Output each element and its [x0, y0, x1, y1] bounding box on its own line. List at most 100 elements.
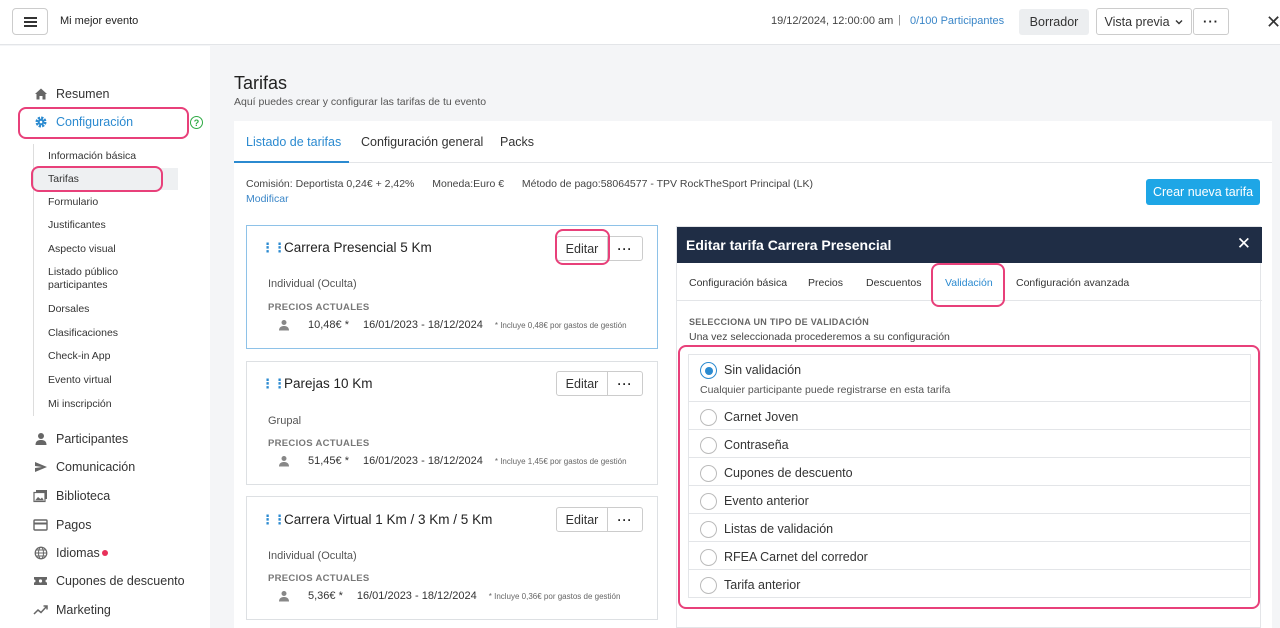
close-icon[interactable]: ✕: [1237, 234, 1251, 254]
trend-icon: [33, 602, 48, 617]
user-icon: [279, 320, 289, 331]
validation-option-tarifa-anterior[interactable]: Tarifa anterior: [688, 569, 1251, 598]
tab-precios[interactable]: Precios: [808, 277, 843, 289]
radio[interactable]: [700, 577, 717, 594]
radio[interactable]: [700, 493, 717, 510]
sidebar-sub-listado-publico[interactable]: Listado público participantes: [34, 261, 144, 298]
status-button[interactable]: Borrador: [1019, 9, 1089, 35]
dates: 16/01/2023 - 18/12/2024: [362, 319, 483, 331]
edit-button[interactable]: Editar: [556, 507, 608, 532]
tarifa-type: Grupal: [268, 415, 302, 427]
images-icon: [33, 488, 48, 503]
sidebar-item-resumen[interactable]: Resumen: [33, 86, 110, 101]
tab-validacion[interactable]: Validación: [945, 277, 993, 289]
tab-descuentos[interactable]: Descuentos: [866, 277, 921, 289]
tab-configuracion-general[interactable]: Configuración general: [361, 135, 483, 149]
participants-link[interactable]: 0/100 Participantes: [910, 15, 1004, 27]
dates: 16/01/2023 - 18/12/2024: [356, 590, 477, 602]
sidebar-sub-justificantes[interactable]: Justificantes: [34, 214, 178, 237]
radio[interactable]: [700, 465, 717, 482]
sidebar: Resumen Configuración ? Información bási…: [0, 46, 210, 628]
sidebar-sub-clasificaciones[interactable]: Clasificaciones: [34, 321, 178, 345]
price-row: 10,48€ * 16/01/2023 - 18/12/2024 * Inclu…: [278, 319, 627, 331]
panel-header: Editar tarifa Carrera Presencial ✕: [677, 227, 1262, 263]
sidebar-sub-aspecto-visual[interactable]: Aspecto visual: [34, 237, 178, 261]
crear-tarifa-button[interactable]: Crear nueva tarifa: [1146, 179, 1260, 205]
sidebar-sub-dorsales[interactable]: Dorsales: [34, 298, 178, 321]
tarifa-more-button[interactable]: ···: [607, 371, 643, 396]
tarifa-more-button[interactable]: ···: [607, 507, 643, 532]
radio[interactable]: [700, 521, 717, 538]
sidebar-item-comunicacion[interactable]: Comunicación: [33, 459, 135, 474]
tarifa-more-button[interactable]: ···: [607, 236, 643, 261]
validation-option-evento-anterior[interactable]: Evento anterior: [688, 485, 1251, 514]
moneda-label: Moneda:: [432, 178, 474, 190]
sidebar-item-marketing[interactable]: Marketing: [33, 602, 111, 617]
sidebar-item-label: Cupones de descuento: [56, 573, 185, 588]
tarifa-card[interactable]: ⋮⋮ Parejas 10 Km Editar ··· Grupal PRECI…: [246, 361, 658, 485]
radio[interactable]: [700, 437, 717, 454]
sidebar-sub-evento-virtual[interactable]: Evento virtual: [34, 368, 178, 392]
tarifa-card[interactable]: ⋮⋮ Carrera Presencial 5 Km Editar ··· In…: [246, 225, 658, 349]
option-label: Sin validación: [724, 363, 802, 377]
validation-option-contrasena[interactable]: Contraseña: [688, 429, 1251, 458]
sidebar-item-label: Biblioteca: [56, 488, 111, 503]
dates: 16/01/2023 - 18/12/2024: [362, 455, 483, 467]
tarifa-title: Parejas 10 Km: [284, 376, 373, 391]
edit-button[interactable]: Editar: [556, 371, 608, 396]
sidebar-item-biblioteca[interactable]: Biblioteca: [33, 488, 110, 503]
precios-label: PRECIOS ACTUALES: [268, 302, 370, 313]
sidebar-item-label: Resumen: [56, 86, 110, 101]
sidebar-sub-checkin-app[interactable]: Check-in App: [34, 345, 178, 368]
ticket-icon: [33, 573, 48, 588]
tarifa-card[interactable]: ⋮⋮ Carrera Virtual 1 Km / 3 Km / 5 Km Ed…: [246, 496, 658, 620]
sidebar-item-label: Configuración: [56, 114, 134, 129]
tab-configuracion-basica[interactable]: Configuración básica: [689, 277, 787, 289]
price: 5,36€ *: [308, 590, 343, 602]
gear-icon: [33, 114, 48, 129]
sidebar-item-idiomas[interactable]: Idiomas: [33, 545, 108, 560]
radio[interactable]: [700, 549, 717, 566]
option-label: Tarifa anterior: [724, 578, 801, 592]
edit-button[interactable]: Editar: [556, 236, 608, 261]
page-title: Tarifas: [234, 73, 288, 93]
sidebar-sub-mi-inscripcion[interactable]: Mi inscripción: [34, 392, 178, 416]
sidebar-item-configuracion[interactable]: Configuración: [33, 114, 133, 129]
tarifa-type: Individual (Oculta): [268, 278, 357, 290]
tab-configuracion-avanzada[interactable]: Configuración avanzada: [1016, 277, 1129, 289]
tab-packs[interactable]: Packs: [500, 135, 534, 149]
option-label: Listas de validación: [724, 522, 834, 536]
sidebar-item-cupones[interactable]: Cupones de descuento: [33, 573, 185, 588]
validation-option-carnet-joven[interactable]: Carnet Joven: [688, 401, 1251, 430]
sidebar-item-label: Pagos: [56, 517, 92, 532]
validation-option-cupones[interactable]: Cupones de descuento: [688, 457, 1251, 486]
more-options-button[interactable]: ···: [1193, 8, 1229, 35]
price: 10,48€ *: [308, 319, 349, 331]
sidebar-item-pagos[interactable]: Pagos: [33, 517, 91, 532]
tab-listado-tarifas[interactable]: Listado de tarifas: [246, 135, 341, 149]
moneda-value: Euro €: [473, 178, 505, 190]
topbar-separator: |: [898, 14, 901, 26]
close-icon[interactable]: ✕: [1266, 12, 1280, 33]
main-card: Listado de tarifas Configuración general…: [234, 121, 1272, 628]
sidebar-sub-tarifas[interactable]: Tarifas: [34, 168, 178, 190]
price: 51,45€ *: [308, 455, 349, 467]
help-icon[interactable]: ?: [190, 116, 203, 129]
metodo-value: 58064577 - TPV RockTheSport Principal (L…: [600, 178, 813, 190]
menu-button[interactable]: [12, 8, 48, 35]
radio-selected[interactable]: [700, 362, 717, 379]
preview-button[interactable]: Vista previa: [1096, 8, 1192, 35]
radio[interactable]: [700, 409, 717, 426]
sidebar-sub-formulario[interactable]: Formulario: [34, 190, 178, 214]
drag-handle-icon[interactable]: ⋮⋮: [261, 240, 286, 256]
validation-option-sin-validacion[interactable]: Sin validación Cualquier participante pu…: [688, 354, 1251, 402]
validation-option-listas[interactable]: Listas de validación: [688, 513, 1251, 542]
drag-handle-icon[interactable]: ⋮⋮: [261, 512, 286, 528]
sidebar-item-participantes[interactable]: Participantes: [33, 431, 128, 446]
drag-handle-icon[interactable]: ⋮⋮: [261, 376, 286, 392]
globe-icon: [33, 545, 48, 560]
sidebar-sub-informacion-basica[interactable]: Información básica: [34, 144, 178, 168]
modificar-link[interactable]: Modificar: [246, 193, 289, 205]
validation-option-rfea[interactable]: RFEA Carnet del corredor: [688, 541, 1251, 570]
price-row: 51,45€ * 16/01/2023 - 18/12/2024 * Inclu…: [278, 455, 627, 467]
